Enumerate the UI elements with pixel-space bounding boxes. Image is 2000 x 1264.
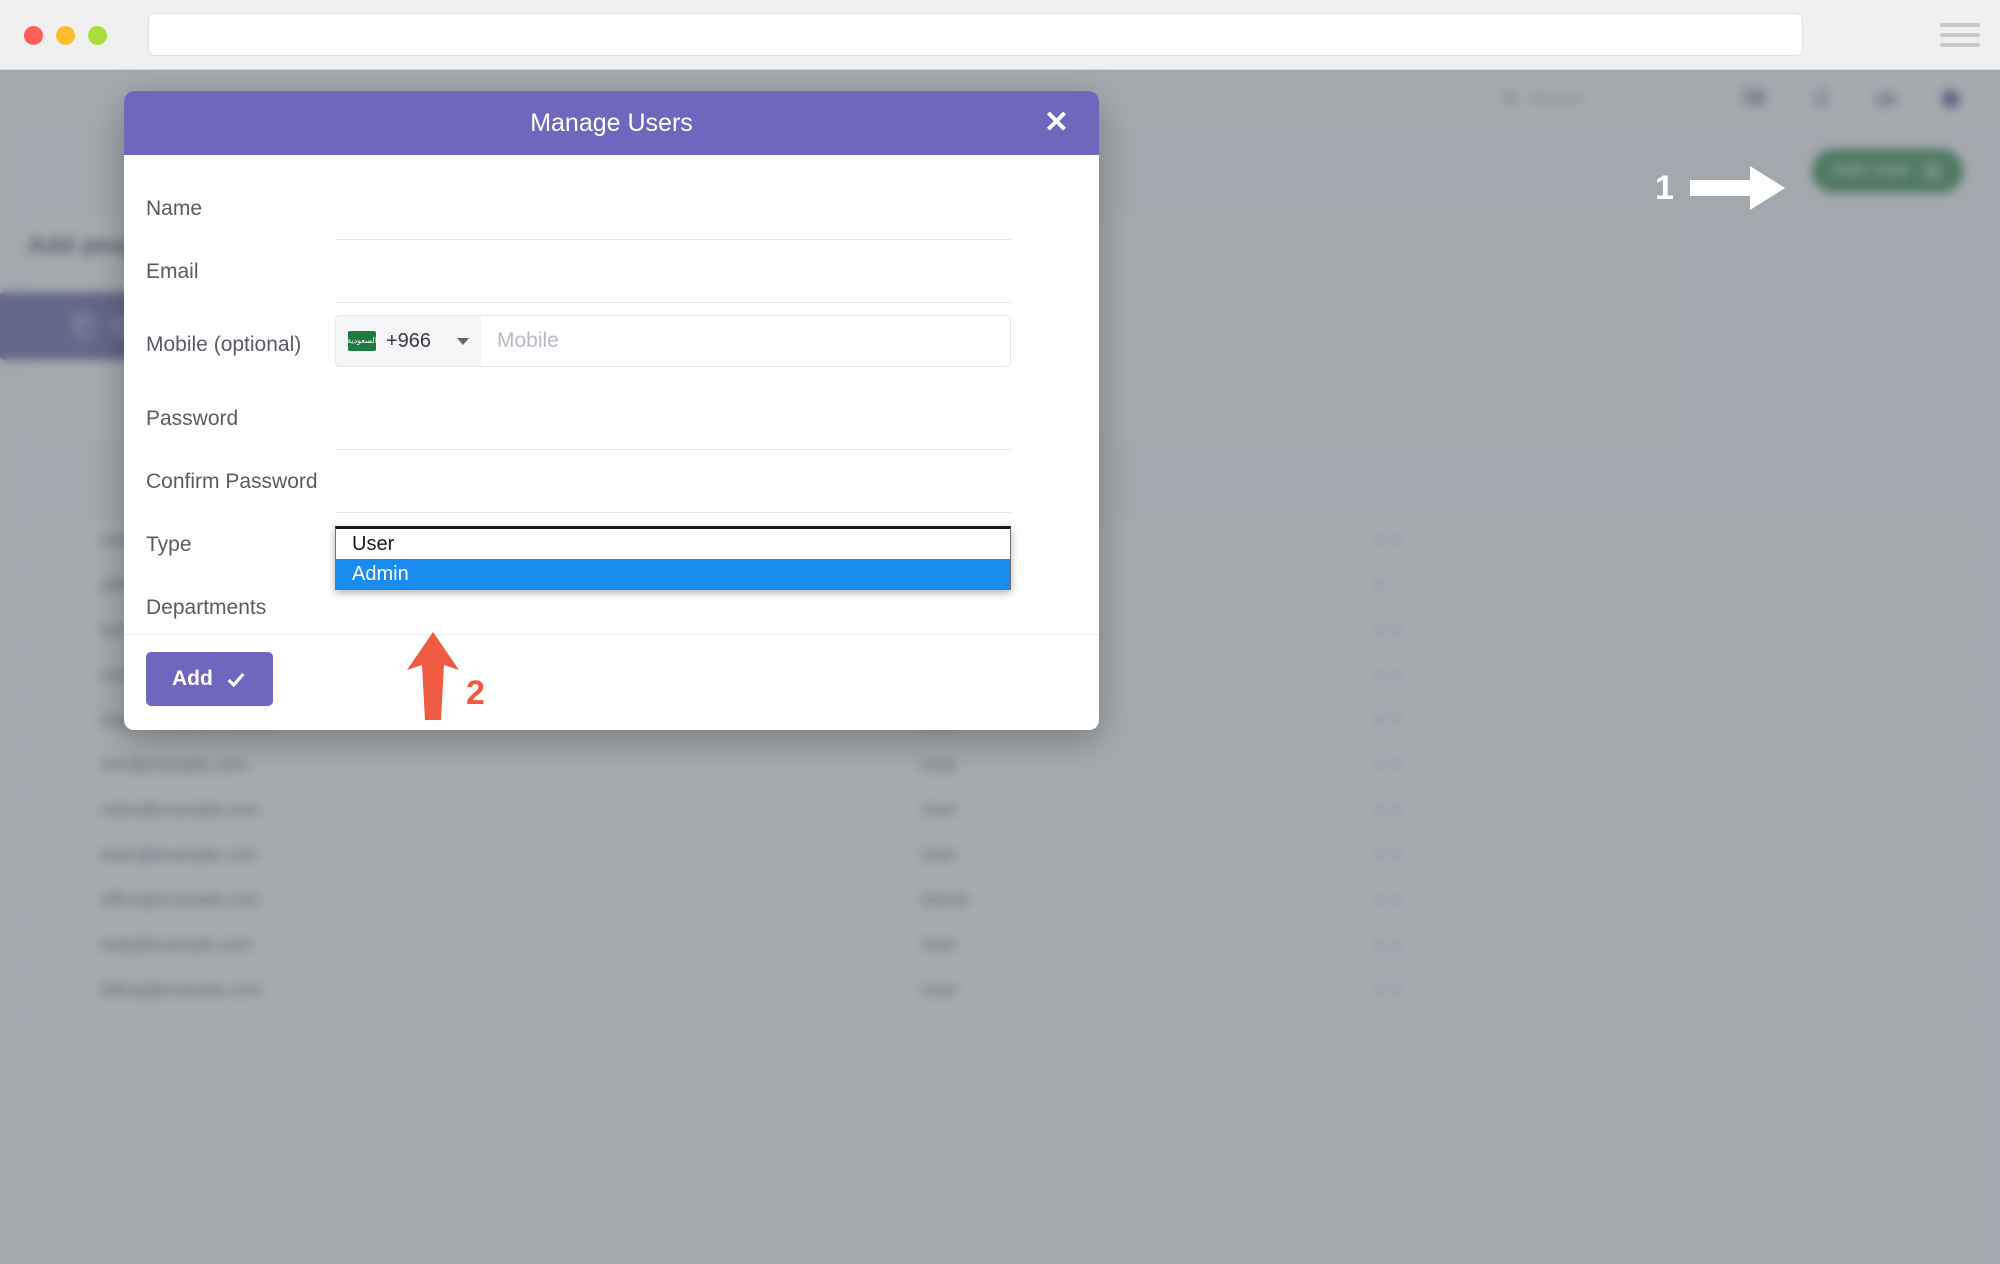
add-submit-button[interactable]: Add: [146, 652, 273, 706]
mobile-label: Mobile (optional): [146, 333, 302, 356]
annotation-1: 1: [1655, 160, 1788, 216]
type-dropdown-admin-option[interactable]: Admin: [336, 559, 1010, 589]
form-row-email: Email: [124, 240, 1099, 303]
form-row-name: Name: [124, 177, 1099, 240]
address-bar[interactable]: [148, 13, 1803, 56]
check-icon: [227, 672, 245, 688]
mobile-input[interactable]: [481, 316, 1010, 366]
close-icon[interactable]: ✕: [1036, 104, 1077, 142]
window-traffic-lights: [24, 26, 107, 45]
type-label: Type: [146, 532, 192, 556]
confirm-password-input[interactable]: [335, 450, 1011, 513]
annotation-2-number: 2: [466, 674, 485, 712]
modal-title: Manage Users: [530, 108, 693, 137]
annotation-2: 2: [404, 630, 485, 722]
annotation-arrow-right-icon: [1689, 166, 1785, 210]
annotation-arrow-up-icon: [407, 632, 459, 720]
type-dropdown-user-option[interactable]: User: [336, 529, 1010, 559]
email-label: Email: [146, 259, 199, 283]
window-close-button[interactable]: [24, 26, 43, 45]
country-code-selector[interactable]: السعودية +966: [336, 316, 481, 366]
password-label: Password: [146, 406, 239, 430]
name-label: Name: [146, 196, 203, 220]
form-row-confirm-password: Confirm Password: [124, 450, 1099, 513]
window-maximize-button[interactable]: [88, 26, 107, 45]
window-minimize-button[interactable]: [56, 26, 75, 45]
annotation-1-number: 1: [1655, 169, 1674, 207]
chevron-down-icon: [457, 337, 469, 345]
confirm-password-label: Confirm Password: [146, 469, 318, 493]
password-input[interactable]: [335, 387, 1011, 450]
mobile-input-group: السعودية +966: [335, 315, 1011, 367]
form-row-password: Password: [124, 387, 1099, 450]
type-dropdown-list[interactable]: User Admin: [335, 526, 1011, 590]
saudi-arabia-flag-icon: السعودية: [347, 331, 377, 351]
flag-text: السعودية: [347, 336, 377, 345]
country-code-value: +966: [386, 329, 432, 352]
name-input[interactable]: [335, 177, 1011, 240]
add-submit-label: Add: [172, 667, 213, 690]
hamburger-icon[interactable]: [1940, 18, 1980, 52]
departments-label: Departments: [146, 595, 267, 619]
manage-users-modal: Manage Users ✕ Name Email Mobile (option…: [124, 91, 1099, 730]
modal-header: Manage Users ✕: [124, 91, 1099, 155]
form-row-mobile: Mobile (optional) السعودية +966: [124, 303, 1099, 387]
email-input[interactable]: [335, 240, 1011, 303]
browser-chrome: [0, 0, 2000, 70]
modal-footer: Add: [124, 634, 1099, 730]
